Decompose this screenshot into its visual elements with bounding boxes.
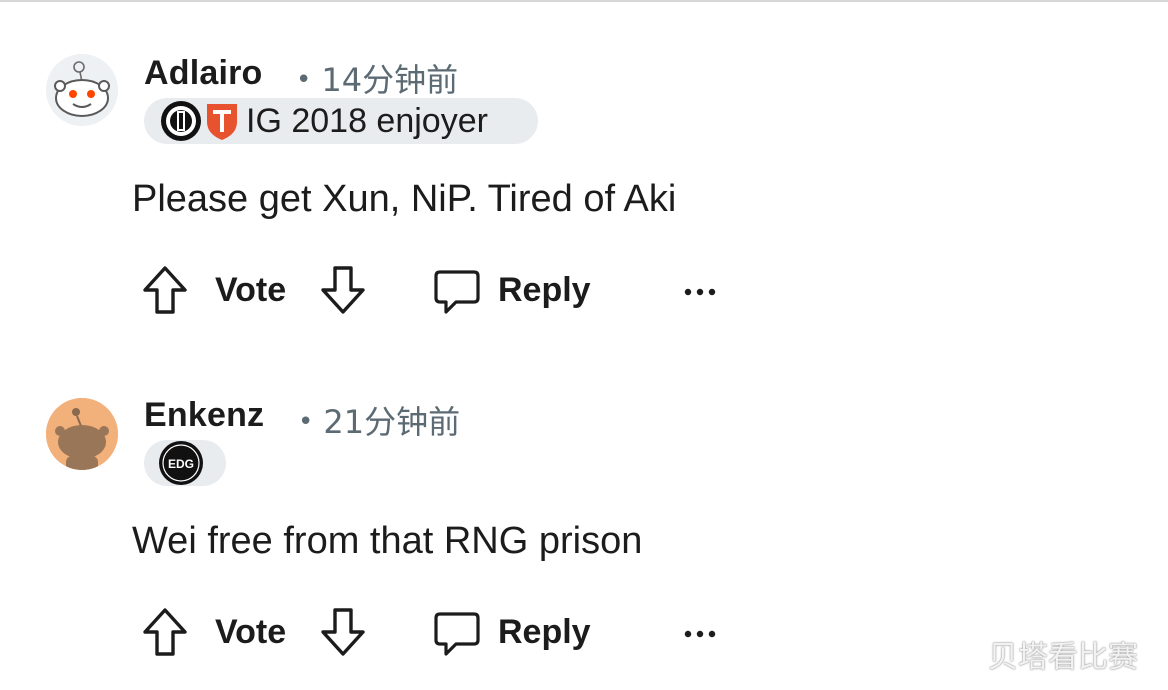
watermark: 贝塔看比赛	[988, 640, 1138, 675]
more-options-button[interactable]	[682, 604, 718, 660]
downvote-arrow-icon	[321, 266, 365, 314]
reply-label[interactable]: Reply	[498, 262, 591, 318]
reply-button[interactable]	[432, 604, 482, 660]
upvote-button[interactable]	[140, 262, 190, 318]
more-options-button[interactable]	[682, 262, 718, 318]
upvote-button[interactable]	[140, 604, 190, 660]
timestamp: 14分钟前	[321, 61, 459, 99]
more-dots-icon	[684, 288, 716, 296]
separator-dot: •	[296, 65, 312, 95]
downvote-button[interactable]	[318, 604, 368, 660]
vote-label: Vote	[215, 270, 287, 309]
comment-body: Wei free from that RNG prison	[132, 520, 643, 562]
reply-label[interactable]: Reply	[498, 604, 591, 660]
username[interactable]: Adlairo	[144, 54, 263, 93]
edg-logo-text: EDG	[168, 457, 194, 471]
edg-team-logo-icon: EDG	[159, 441, 203, 485]
timestamp: 21分钟前	[323, 403, 461, 441]
comment-meta: • 21分钟前	[298, 397, 460, 443]
more-dots-icon	[684, 630, 716, 638]
user-flair: EDG	[144, 440, 226, 486]
comment-actions: Vote Reply	[140, 604, 740, 660]
upvote-arrow-icon	[143, 608, 187, 656]
snoo-avatar-icon	[46, 398, 118, 470]
avatar[interactable]	[46, 398, 118, 470]
snoo-avatar-icon	[46, 54, 118, 126]
comment-meta: • 14分钟前	[296, 55, 458, 101]
ig-team-logo-icon	[161, 101, 201, 141]
top-divider	[0, 0, 1168, 2]
separator-dot: •	[298, 407, 314, 437]
downvote-arrow-icon	[321, 608, 365, 656]
username[interactable]: Enkenz	[144, 396, 264, 435]
comment-body: Please get Xun, NiP. Tired of Aki	[132, 178, 677, 220]
tes-team-logo-icon	[207, 104, 237, 140]
downvote-button[interactable]	[318, 262, 368, 318]
reply-button[interactable]	[432, 262, 482, 318]
vote-label: Vote	[215, 612, 287, 651]
reply-bubble-icon	[434, 270, 480, 314]
comment-actions: Vote Reply	[140, 262, 740, 318]
user-flair: IG 2018 enjoyer	[144, 98, 538, 144]
flair-text: IG 2018 enjoyer	[246, 101, 488, 140]
avatar[interactable]	[46, 54, 118, 126]
upvote-arrow-icon	[143, 266, 187, 314]
reply-bubble-icon	[434, 612, 480, 656]
